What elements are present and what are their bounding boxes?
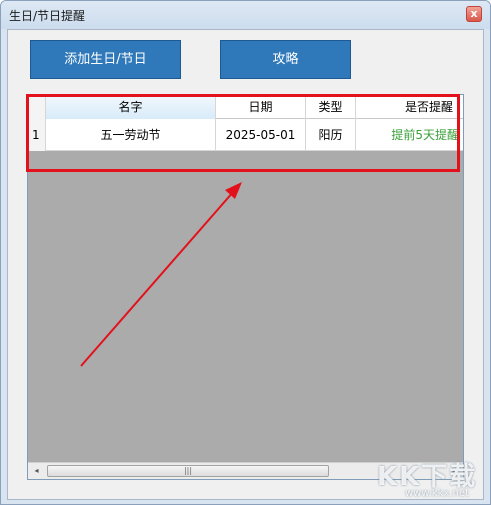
add-birthday-holiday-button[interactable]: 添加生日/节日 [30,40,181,79]
header-corner[interactable] [28,95,46,119]
row-index: 1 [28,119,46,151]
column-header-type[interactable]: 类型 [306,95,356,119]
cell-remind[interactable]: 提前5天提醒 [356,119,463,151]
column-header-name[interactable]: 名字 [46,95,216,119]
scroll-left-icon[interactable]: ◂ [28,463,45,479]
close-button[interactable]: x [466,6,482,22]
window-title: 生日/节日提醒 [9,9,86,23]
app-window: 生日/节日提醒 x 添加生日/节日 攻略 名字 日期 类型 是否提醒 1 五一劳… [0,0,491,505]
grid-header: 名字 日期 类型 是否提醒 [28,95,463,119]
scroll-thumb[interactable]: ||| [47,465,329,477]
close-icon: x [470,7,478,20]
table-row[interactable]: 1 五一劳动节 2025-05-01 阳历 提前5天提醒 [28,119,463,151]
guide-button[interactable]: 攻略 [220,40,351,79]
watermark: KK下载 www.kkx.net [377,456,487,504]
client-area: 添加生日/节日 攻略 名字 日期 类型 是否提醒 1 五一劳动节 2025-05… [7,29,484,500]
cell-type[interactable]: 阳历 [306,119,356,151]
column-header-remind[interactable]: 是否提醒 [356,95,463,119]
watermark-url: www.kkx.net [405,488,469,499]
cell-name[interactable]: 五一劳动节 [46,119,216,151]
column-header-date[interactable]: 日期 [216,95,306,119]
reminder-grid[interactable]: 名字 日期 类型 是否提醒 1 五一劳动节 2025-05-01 阳历 提前5天… [27,94,464,480]
cell-date[interactable]: 2025-05-01 [216,119,306,151]
title-bar: 生日/节日提醒 x [1,1,490,29]
